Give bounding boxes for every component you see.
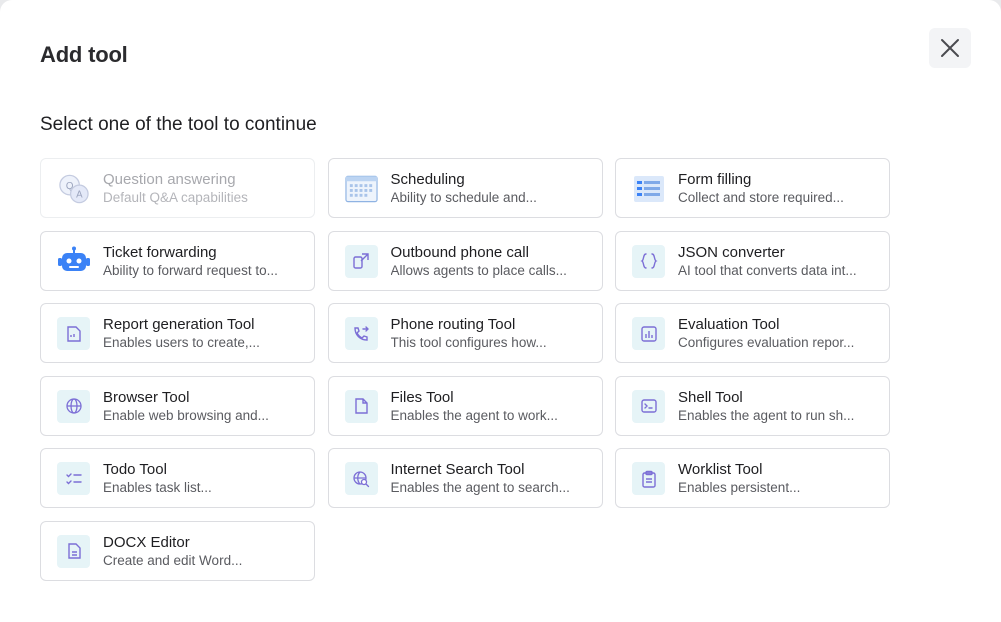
tool-description: Allows agents to place calls... bbox=[390, 262, 567, 278]
tool-card-todo-tool[interactable]: Todo Tool Enables task list... bbox=[40, 448, 315, 508]
tool-name: Shell Tool bbox=[678, 388, 743, 406]
tool-description: Enables the agent to work... bbox=[390, 407, 558, 423]
calendar-icon bbox=[344, 172, 378, 205]
close-button[interactable] bbox=[929, 28, 971, 68]
tool-description: Enable web browsing and... bbox=[103, 407, 269, 423]
report-icon bbox=[57, 317, 90, 350]
tool-description: Enables task list... bbox=[103, 480, 212, 495]
tool-name: Evaluation Tool bbox=[678, 316, 780, 333]
modal-title: Add tool bbox=[40, 42, 128, 67]
tool-name: Question answering bbox=[103, 171, 236, 188]
tool-card-evaluation-tool[interactable]: Evaluation Tool Configures evaluation rep… bbox=[615, 303, 890, 363]
web-search-icon bbox=[344, 462, 378, 495]
clipboard-icon bbox=[632, 462, 665, 495]
tool-name: Ticket forwarding bbox=[103, 243, 217, 261]
tool-card-scheduling[interactable]: Scheduling Ability to schedule and... bbox=[327, 158, 603, 218]
close-icon bbox=[940, 38, 960, 58]
tool-description: Ability to forward request to... bbox=[103, 262, 278, 278]
tool-card-browser-tool[interactable]: Browser Tool Enable web browsing and... bbox=[40, 375, 315, 436]
document-icon bbox=[57, 534, 90, 568]
tool-card-report-generation-tool[interactable]: Report generation Tool Enables users to c… bbox=[40, 303, 315, 363]
tool-card-outbound-phone-call[interactable]: Outbound phone call Allows agents to plac… bbox=[327, 230, 603, 291]
tool-description: Enables users to create,... bbox=[103, 335, 260, 350]
robot-icon bbox=[57, 245, 90, 278]
tool-name: DOCX Editor bbox=[103, 533, 190, 551]
tool-name: Form filling bbox=[678, 171, 752, 188]
terminal-icon bbox=[632, 389, 665, 423]
modal-subtitle: Select one of the tool to continue bbox=[40, 114, 317, 135]
tool-name: Browser Tool bbox=[103, 388, 190, 406]
checklist-icon bbox=[57, 462, 90, 495]
outbound-call-icon bbox=[344, 244, 378, 278]
tool-card-docx-editor[interactable]: DOCX Editor Create and edit Word... bbox=[40, 520, 315, 581]
tool-description: Enables persistent... bbox=[678, 480, 801, 495]
tool-name: Phone routing Tool bbox=[390, 316, 516, 333]
tool-card-json-converter[interactable]: JSON converter AI tool that converts data… bbox=[615, 230, 890, 291]
tool-description: Collect and store required... bbox=[678, 190, 844, 205]
tool-description: Enables the agent to search... bbox=[390, 480, 570, 495]
tool-name: Outbound phone call bbox=[390, 243, 529, 261]
tool-card-question-answering: Q A Question answering Default Q&A capabili… bbox=[40, 158, 315, 218]
add-tool-modal: Add tool Select one of the tool to conti… bbox=[0, 0, 1001, 622]
bar-chart-icon bbox=[632, 317, 665, 350]
tool-card-form-filling[interactable]: Form filling Collect and store required..… bbox=[615, 158, 890, 218]
tool-description: Enables the agent to run sh... bbox=[678, 407, 855, 423]
tool-card-shell-tool[interactable]: Shell Tool Enables the agent to run sh... bbox=[615, 375, 890, 436]
tool-card-phone-routing-tool[interactable]: Phone routing Tool This tool configures h… bbox=[327, 303, 603, 363]
phone-routing-icon bbox=[344, 317, 378, 350]
tool-card-ticket-forwarding[interactable]: Ticket forwarding Ability to forward requ… bbox=[40, 230, 315, 291]
tool-name: Report generation Tool bbox=[103, 316, 255, 333]
tool-name: JSON converter bbox=[678, 243, 785, 261]
tool-card-files-tool[interactable]: Files Tool Enables the agent to work... bbox=[327, 375, 603, 436]
tool-name: Scheduling bbox=[390, 171, 465, 188]
tool-description: Configures evaluation repor... bbox=[678, 335, 855, 350]
qa-icon: QA bbox=[57, 172, 90, 205]
globe-icon bbox=[57, 389, 90, 423]
tool-grid: Q A Question answering Default Q&A capabili… bbox=[40, 158, 890, 581]
tool-card-internet-search-tool[interactable]: Internet Search Tool Enables the agent to… bbox=[327, 448, 603, 508]
tool-name: Worklist Tool bbox=[678, 461, 763, 478]
tool-description: Default Q&A capabilities bbox=[103, 190, 248, 205]
tool-description: Ability to schedule and... bbox=[390, 190, 537, 205]
form-icon bbox=[632, 172, 665, 205]
file-icon bbox=[344, 389, 378, 423]
svg-text:A: A bbox=[76, 189, 83, 200]
braces-icon bbox=[632, 244, 665, 278]
tool-card-worklist-tool[interactable]: Worklist Tool Enables persistent... bbox=[615, 448, 890, 508]
tool-name: Files Tool bbox=[390, 388, 454, 406]
tool-description: AI tool that converts data int... bbox=[678, 262, 857, 278]
tool-name: Internet Search Tool bbox=[390, 461, 525, 478]
tool-name: Todo Tool bbox=[103, 461, 167, 478]
tool-description: Create and edit Word... bbox=[103, 552, 243, 568]
tool-description: This tool configures how... bbox=[390, 335, 547, 350]
